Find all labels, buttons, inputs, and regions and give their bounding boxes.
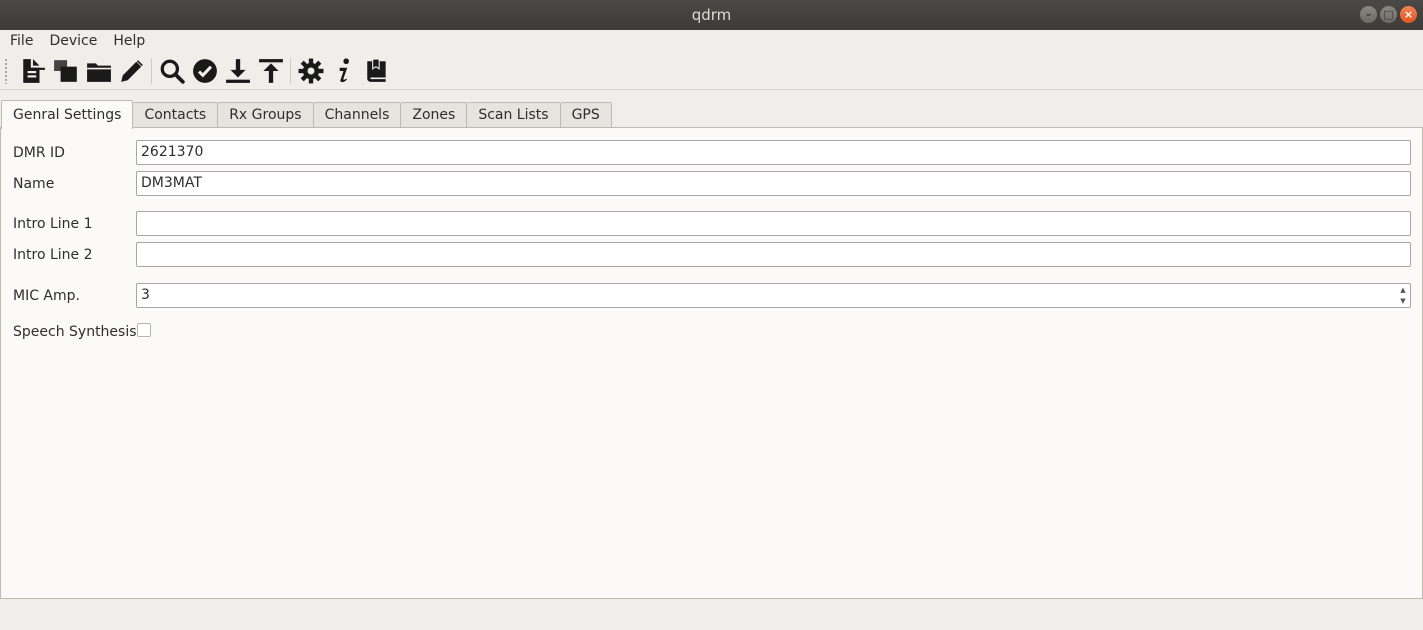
info-icon bbox=[339, 57, 349, 82]
intro-line-2-field[interactable] bbox=[136, 242, 1411, 267]
copy-icon bbox=[53, 59, 77, 82]
name-label: Name bbox=[13, 176, 55, 192]
upload-button[interactable] bbox=[254, 54, 287, 88]
speech-synthesis-label: Speech Synthesis bbox=[13, 324, 137, 340]
search-device-button[interactable] bbox=[155, 54, 188, 88]
minimize-icon[interactable]: – bbox=[1360, 6, 1377, 23]
tab-general-settings[interactable]: Genral Settings bbox=[1, 100, 134, 129]
window-title: qdrm bbox=[691, 6, 732, 24]
intro-line-1-field[interactable] bbox=[136, 211, 1411, 236]
settings-button[interactable] bbox=[294, 54, 327, 88]
verify-check-icon bbox=[192, 58, 217, 83]
open-button[interactable] bbox=[82, 54, 115, 88]
menu-file[interactable]: File bbox=[2, 30, 41, 52]
maximize-icon[interactable]: □ bbox=[1380, 6, 1397, 23]
spin-down-icon[interactable]: ▼ bbox=[1400, 296, 1405, 306]
spin-arrows[interactable]: ▲ ▼ bbox=[1397, 285, 1409, 306]
copy-button[interactable] bbox=[49, 54, 82, 88]
verify-button[interactable] bbox=[188, 54, 221, 88]
tab-gps[interactable]: GPS bbox=[560, 102, 612, 128]
bookmark-book-icon bbox=[366, 58, 386, 82]
tab-scan-lists[interactable]: Scan Lists bbox=[467, 102, 561, 128]
tab-channels[interactable]: Channels bbox=[313, 102, 402, 128]
spin-up-icon[interactable]: ▲ bbox=[1400, 285, 1405, 295]
tab-rx-groups[interactable]: Rx Groups bbox=[218, 102, 314, 128]
toolbar bbox=[0, 52, 1423, 90]
dmr-id-label: DMR ID bbox=[13, 145, 65, 161]
mic-amp-spinbox[interactable]: 3 ▲ ▼ bbox=[136, 283, 1411, 308]
edit-pencil-icon bbox=[120, 59, 143, 82]
toolbar-separator bbox=[290, 57, 291, 84]
tab-zones[interactable]: Zones bbox=[401, 102, 468, 128]
window-controls: – □ × bbox=[1360, 6, 1417, 23]
speech-synthesis-checkbox[interactable] bbox=[137, 323, 151, 337]
menu-bar: File Device Help bbox=[0, 30, 1423, 52]
menu-help[interactable]: Help bbox=[105, 30, 153, 52]
settings-gear-icon bbox=[298, 58, 323, 83]
mic-amp-value: 3 bbox=[141, 287, 150, 303]
new-document-icon bbox=[22, 58, 45, 83]
name-field[interactable]: DM3MAT bbox=[136, 171, 1411, 196]
edit-button[interactable] bbox=[115, 54, 148, 88]
close-icon[interactable]: × bbox=[1400, 6, 1417, 23]
status-bar bbox=[0, 599, 1423, 630]
tab-bar: Genral Settings Contacts Rx Groups Chann… bbox=[0, 100, 612, 129]
toolbar-separator bbox=[151, 57, 152, 84]
menu-device[interactable]: Device bbox=[41, 30, 105, 52]
upload-icon bbox=[258, 58, 283, 83]
download-button[interactable] bbox=[221, 54, 254, 88]
general-settings-panel: DMR ID 2621370 Name DM3MAT Intro Line 1 … bbox=[0, 127, 1423, 599]
tab-contacts[interactable]: Contacts bbox=[133, 102, 219, 128]
manual-button[interactable] bbox=[360, 54, 393, 88]
intro-line-1-label: Intro Line 1 bbox=[13, 216, 93, 232]
download-icon bbox=[225, 58, 250, 83]
open-folder-icon bbox=[86, 62, 111, 82]
intro-line-2-label: Intro Line 2 bbox=[13, 247, 93, 263]
mic-amp-label: MIC Amp. bbox=[13, 288, 80, 304]
search-icon bbox=[160, 59, 185, 84]
new-document-button[interactable] bbox=[16, 54, 49, 88]
title-bar: qdrm – □ × bbox=[0, 0, 1423, 30]
toolbar-grip[interactable] bbox=[4, 57, 8, 84]
dmr-id-field[interactable]: 2621370 bbox=[136, 140, 1411, 165]
info-button[interactable] bbox=[327, 54, 360, 88]
